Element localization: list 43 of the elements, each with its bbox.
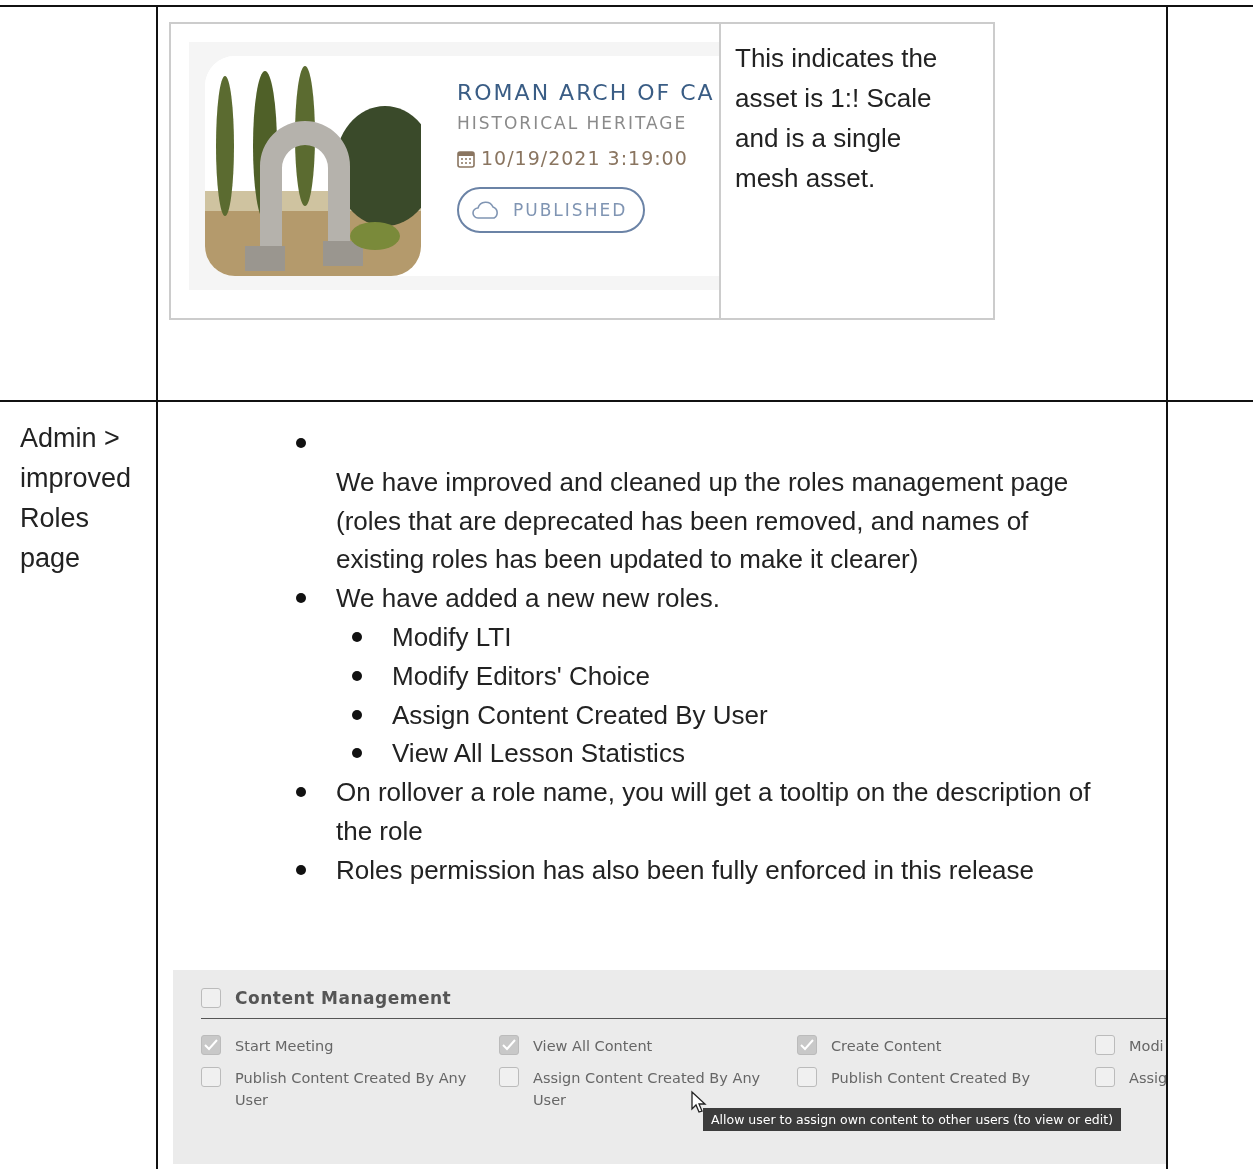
tooltip: Allow user to assign own content to other users (to view or edit) [703, 1107, 1122, 1131]
status-badge: PUBLISHED [457, 187, 645, 233]
bullet-icon [352, 632, 362, 642]
checkbox[interactable] [201, 987, 221, 1008]
bullet-text: On rollover a role name, you will get a tooltip on the description of the role [336, 777, 1091, 846]
bullet-text: We have improved and cleaned up the roles management page (roles that are deprecated has been removed, and names of existing roles has been updated to make it clearer) [336, 466, 1069, 575]
permission-label[interactable]: Publish Content Created By Any User [235, 1066, 470, 1111]
permission-label[interactable]: Modi [1129, 1034, 1166, 1057]
asset-date: 10/19/2021 3:19:00 [481, 147, 688, 169]
checkbox[interactable] [1095, 1034, 1115, 1055]
note-text: This indicates the asset is 1:! Scale and is a single mesh asset. [734, 42, 939, 195]
bullet-text: View All Lesson Statistics [392, 737, 686, 771]
asset-category: HISTORICAL HERITAGE [457, 113, 689, 133]
checkbox[interactable] [499, 1034, 519, 1055]
bullet-icon [352, 748, 362, 759]
checkbox[interactable] [797, 1034, 817, 1055]
bullet-icon [296, 438, 306, 448]
bullet-text: Assign Content Created By User [392, 698, 769, 732]
checkbox[interactable] [1095, 1066, 1115, 1087]
bullet-icon [296, 864, 306, 875]
permission-label[interactable]: Assig [1129, 1066, 1166, 1089]
permission-label[interactable]: Start Meeting [235, 1034, 495, 1057]
bullet-icon [352, 709, 362, 720]
asset-title: ROMAN ARCH OF CA [457, 80, 715, 105]
checkbox[interactable] [499, 1066, 519, 1087]
checkbox[interactable] [797, 1066, 817, 1087]
cloud-icon [471, 200, 501, 220]
bullet-text: We have added a new new roles. [336, 583, 720, 614]
bullet-text: Modify LTI [392, 621, 513, 654]
bullet-icon [352, 670, 362, 681]
group-label: Content Management [235, 987, 452, 1008]
bullet-text: Modify Editors' Choice [392, 659, 651, 693]
calendar-icon [457, 148, 475, 168]
permission-label[interactable]: View All Content [533, 1034, 793, 1057]
bullet-text: Roles permission has also been fully enforced in this release [336, 854, 1035, 885]
permission-label[interactable]: Create Content [831, 1034, 1091, 1057]
checkbox[interactable] [201, 1034, 221, 1055]
checkbox[interactable] [201, 1066, 221, 1087]
bullet-icon [296, 593, 306, 604]
bullet-icon [296, 787, 306, 798]
asset-card[interactable]: ROMAN ARCH OF CA HISTORICAL HERITAGE 10/19/2021 3:19:00 PUBLISHED [189, 42, 719, 290]
row-heading: Admin > improved Roles page [19, 422, 133, 575]
permission-label[interactable]: Publish Content Created By [831, 1066, 1091, 1089]
